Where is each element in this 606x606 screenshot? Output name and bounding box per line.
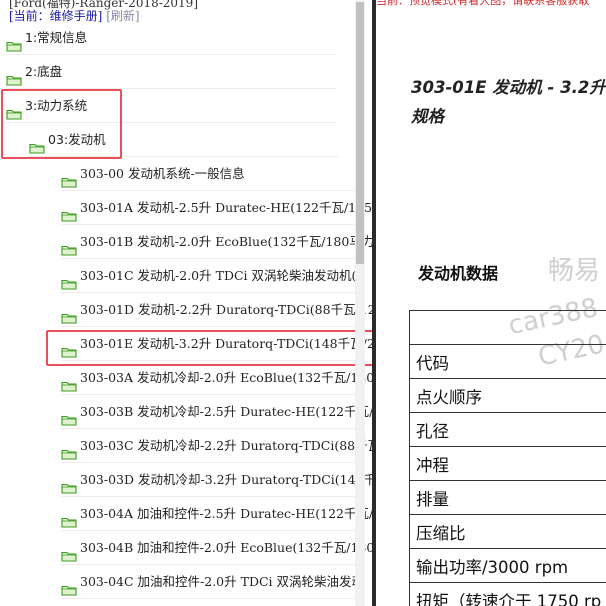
- folder-icon: [61, 304, 77, 324]
- tree-item[interactable]: 2:底盘: [6, 56, 336, 89]
- spec-row-label: 扭矩（转速介于 1750 rp: [409, 582, 606, 606]
- tree-item-label: 303-04A 加油和控件-2.5升 Duratec-HE(122千瓦/1: [80, 506, 372, 521]
- spec-row-label: 孔径: [409, 412, 606, 447]
- preview-notice: 当前：预览模式(有看大图，请联系客服获取: [376, 0, 590, 7]
- tree-item[interactable]: 303-03D 发动机冷却-3.2升 Duratorq-TDCi(148千: [61, 464, 372, 497]
- highlight-box-powertrain: [1, 89, 122, 159]
- tree-item[interactable]: 303-03C 发动机冷却-2.2升 Duratorq-TDCi(88千瓦: [61, 430, 372, 463]
- folder-icon: [6, 32, 22, 52]
- folder-icon: [61, 202, 77, 222]
- tree-item-label: 303-03B 发动机冷却-2.5升 Duratec-HE(122千瓦/1: [80, 404, 372, 419]
- section-title: 发动机数据: [418, 264, 499, 283]
- tree-item[interactable]: 303-04A 加油和控件-2.5升 Duratec-HE(122千瓦/1: [61, 498, 372, 531]
- tree-item[interactable]: 303-01A 发动机-2.5升 Duratec-HE(122千瓦/165马: [61, 192, 372, 225]
- tree-item[interactable]: 303-01B 发动机-2.0升 EcoBlue(132千瓦/180马力: [61, 226, 372, 259]
- tree-item[interactable]: 303-00 发动机系统-一般信息: [61, 158, 361, 191]
- tree-item[interactable]: 303-04B 加油和控件-2.0升 EcoBlue(132千瓦/180: [61, 532, 372, 565]
- folder-icon: [61, 576, 77, 596]
- folder-icon: [61, 406, 77, 426]
- folder-icon: [61, 542, 77, 562]
- tree-item[interactable]: 303-04C 加油和控件-2.0升 TDCi 双涡轮柴油发动: [61, 566, 364, 599]
- folder-icon: [61, 440, 77, 460]
- tree-item[interactable]: 1:常规信息: [6, 22, 336, 55]
- scrollbar-thumb[interactable]: [356, 2, 364, 264]
- tree-panel: [Ford(福特)-Ranger-2018-2019] [当前：维修手册] [刷…: [0, 0, 372, 606]
- document-subtitle: 规格: [411, 107, 444, 126]
- spec-row: 点火顺序: [409, 378, 606, 413]
- tree-item-label: 2:底盘: [25, 64, 63, 79]
- spec-row-label: [409, 310, 606, 345]
- spec-row: 排量: [409, 480, 606, 515]
- folder-icon: [61, 474, 77, 494]
- tree-item-label: 1:常规信息: [25, 30, 88, 45]
- spec-row: 输出功率/3000 rpm: [409, 548, 606, 583]
- current-manual-link[interactable]: [当前：维修手册]: [9, 9, 102, 23]
- tree-item-label: 303-04C 加油和控件-2.0升 TDCi 双涡轮柴油发动: [80, 574, 364, 589]
- tree-item-label: 303-01C 发动机-2.0升 TDCi 双涡轮柴油发动机(1: [80, 268, 365, 283]
- tree-item-label: 303-03A 发动机冷却-2.0升 EcoBlue(132千瓦/180: [80, 370, 372, 385]
- highlight-box-303-01e: [46, 330, 372, 366]
- spec-row: 压缩比: [409, 514, 606, 549]
- tree-item-label: 303-01B 发动机-2.0升 EcoBlue(132千瓦/180马力: [80, 234, 372, 249]
- tree-item[interactable]: 303-03A 发动机冷却-2.0升 EcoBlue(132千瓦/180: [61, 362, 372, 395]
- tree-item-label: 303-03D 发动机冷却-3.2升 Duratorq-TDCi(148千: [80, 472, 372, 487]
- spec-row: 代码: [409, 344, 606, 379]
- document-panel: 当前：预览模式(有看大图，请联系客服获取 303-01E 发动机 - 3.2升 …: [376, 0, 606, 606]
- spec-row-label: 压缩比: [409, 514, 606, 549]
- spec-row: 冲程: [409, 446, 606, 481]
- folder-icon: [61, 236, 77, 256]
- folder-icon: [61, 508, 77, 528]
- tree-item-label: 303-00 发动机系统-一般信息: [80, 166, 245, 181]
- folder-icon: [61, 270, 77, 290]
- tree-item[interactable]: 303-01C 发动机-2.0升 TDCi 双涡轮柴油发动机(1: [61, 260, 365, 293]
- spec-row: [409, 310, 606, 345]
- spec-row: 孔径: [409, 412, 606, 447]
- folder-icon: [61, 168, 77, 188]
- spec-row-label: 输出功率/3000 rpm: [409, 548, 606, 583]
- watermark: 畅易: [548, 256, 601, 286]
- spec-row: 扭矩（转速介于 1750 rp: [409, 582, 606, 606]
- tree-item-label: 303-03C 发动机冷却-2.2升 Duratorq-TDCi(88千瓦: [80, 438, 372, 453]
- tree-item[interactable]: 303-01D 发动机-2.2升 Duratorq-TDCi(88千瓦/120: [61, 294, 372, 327]
- tree-item-label: 303-01D 发动机-2.2升 Duratorq-TDCi(88千瓦/120: [80, 302, 372, 317]
- tree-item-label: 303-01A 发动机-2.5升 Duratec-HE(122千瓦/165马: [80, 200, 372, 215]
- engine-spec-table: 代码 点火顺序 孔径 冲程 排量 压缩比 输出功率/3000 rpm 扭矩（转速介于 1750…: [409, 310, 606, 606]
- folder-icon: [61, 372, 77, 392]
- folder-icon: [6, 66, 22, 86]
- spec-row-label: 排量: [409, 480, 606, 515]
- refresh-link[interactable]: [刷新]: [106, 9, 139, 23]
- spec-row-label: 冲程: [409, 446, 606, 481]
- spec-row-label: 代码: [409, 344, 606, 379]
- spec-row-label: 点火顺序: [409, 378, 606, 413]
- tree-item[interactable]: 303-03B 发动机冷却-2.5升 Duratec-HE(122千瓦/1: [61, 396, 372, 429]
- document-title: 303-01E 发动机 - 3.2升 D: [411, 78, 606, 97]
- tree-item-label: 303-04B 加油和控件-2.0升 EcoBlue(132千瓦/180: [80, 540, 372, 555]
